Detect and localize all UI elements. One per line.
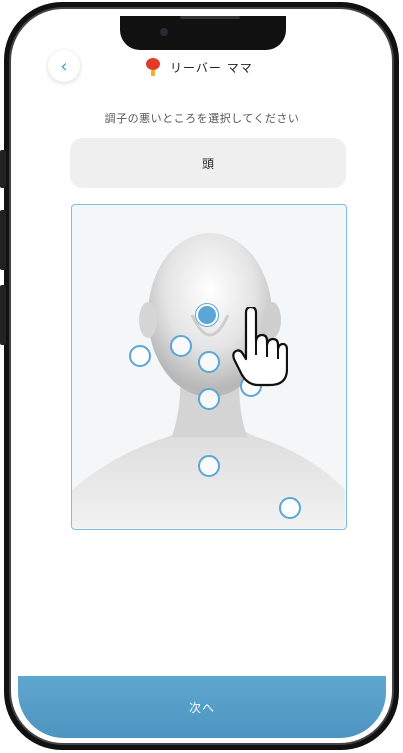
hotspot-throat[interactable]	[198, 455, 220, 477]
phone-mockup: ‹ リーバー ママ 調子の悪いところを選択してください 頭 次へ	[0, 0, 403, 753]
selected-part-label: 頭	[201, 156, 214, 171]
mute-switch	[0, 150, 6, 188]
next-button[interactable]: 次へ	[18, 676, 386, 738]
hotspot-left-eye[interactable]	[170, 335, 192, 357]
selected-part-display: 頭	[70, 138, 346, 188]
chevron-left-icon: ‹	[60, 55, 68, 77]
app-title: リーバー ママ	[170, 60, 253, 75]
hotspot-left-ear[interactable]	[129, 345, 151, 367]
instruction-text: 調子の悪いところを選択してください	[104, 112, 300, 125]
hotspot-shoulder[interactable]	[279, 497, 301, 519]
speaker	[180, 16, 240, 19]
app-screen: ‹ リーバー ママ 調子の悪いところを選択してください 頭 次へ	[18, 16, 386, 738]
front-camera	[160, 28, 168, 36]
body-map	[71, 204, 347, 530]
hotspot-mouth[interactable]	[198, 388, 220, 410]
next-button-label: 次へ	[188, 700, 215, 715]
volume-up-button	[0, 210, 6, 270]
app-header: リーバー ママ	[146, 58, 253, 76]
hotspot-forehead[interactable]	[196, 304, 218, 326]
hotspot-nose[interactable]	[198, 351, 220, 373]
back-button[interactable]: ‹	[48, 50, 80, 82]
volume-down-button	[0, 285, 6, 345]
app-logo-icon	[146, 58, 160, 76]
hand-pointer-icon	[232, 307, 288, 387]
notch	[120, 16, 286, 50]
